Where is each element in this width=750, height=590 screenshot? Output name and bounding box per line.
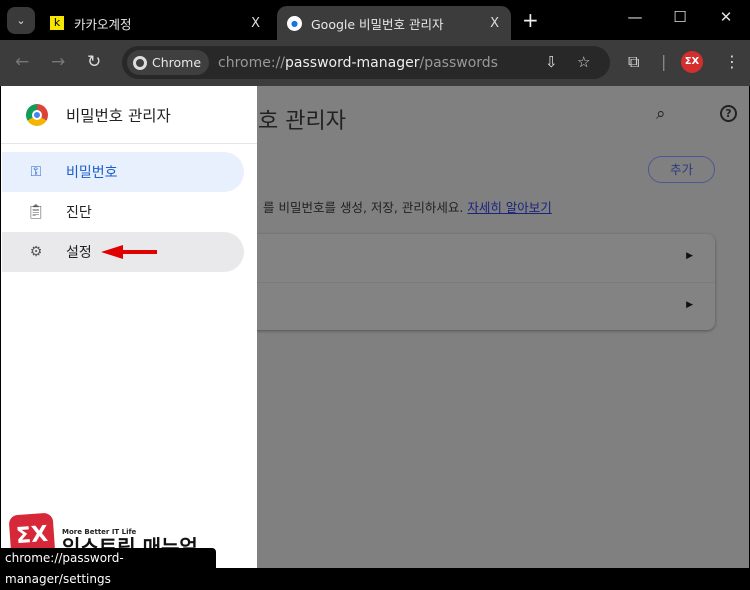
chrome-logo-icon [26, 103, 48, 126]
chip-label: Chrome [152, 55, 202, 70]
install-app-icon[interactable]: ⇩ [545, 53, 558, 71]
minimize-button[interactable]: — [620, 8, 650, 26]
tab-password-manager[interactable]: ● Google 비밀번호 관리자 X [277, 6, 511, 40]
bookmark-star-icon[interactable]: ☆ [577, 53, 590, 71]
help-icon[interactable]: ? [720, 105, 737, 122]
sidebar-item-label: 진단 [66, 205, 92, 221]
new-tab-button[interactable]: + [522, 8, 539, 32]
sidebar-header: 비밀번호 관리자 [1, 86, 257, 144]
tab-close-button[interactable]: X [251, 16, 260, 31]
password-manager-favicon-icon: ● [287, 15, 302, 31]
tab-close-button[interactable]: X [490, 16, 499, 31]
toolbar: ← → ↻ Chrome chrome://password-manager/p… [0, 40, 750, 86]
site-info-chip[interactable]: Chrome [127, 50, 210, 75]
tab-search-button[interactable]: ⌄ [7, 7, 35, 34]
page-title: 호 관리자 [258, 109, 346, 134]
tab-label: Google 비밀번호 관리자 [311, 16, 444, 32]
status-bar-url: chrome://password-manager/settings [0, 548, 216, 586]
kakao-favicon-icon: k [50, 16, 64, 30]
chrome-icon [133, 55, 147, 70]
add-button[interactable]: 추가 [648, 156, 715, 183]
address-bar[interactable]: Chrome chrome://password-manager/passwor… [122, 46, 610, 79]
gear-icon: ⚙ [29, 244, 43, 260]
reload-button[interactable]: ↻ [87, 52, 101, 72]
close-window-button[interactable]: ✕ [711, 8, 741, 26]
tab-kakao[interactable]: k 카카오계정 X [40, 6, 272, 40]
tab-strip: ⌄ k 카카오계정 X ● Google 비밀번호 관리자 X + — ☐ ✕ [0, 0, 750, 40]
sidebar-item-checkup[interactable]: 📋︎ 진단 [2, 192, 244, 232]
sidebar-item-label: 비밀번호 [66, 165, 118, 181]
list-item[interactable]: ▶ [241, 234, 715, 282]
menu-icon[interactable]: ⋮ [724, 52, 740, 71]
sidebar-title: 비밀번호 관리자 [66, 106, 171, 125]
red-arrow-annotation [101, 245, 157, 259]
key-icon: ⚿ [30, 164, 42, 180]
description: 를 비밀번호를 생성, 저장, 관리하세요. 자세히 알아보기 [263, 200, 552, 215]
chevron-down-icon: ⌄ [16, 14, 26, 27]
back-button[interactable]: ← [15, 52, 29, 72]
sidebar-item-label: 설정 [66, 245, 92, 261]
url-text[interactable]: chrome://password-manager/passwords [218, 55, 498, 71]
maximize-button[interactable]: ☐ [665, 8, 695, 26]
extensions-icon[interactable]: ⧉ [628, 52, 639, 72]
list-item[interactable]: ▶ [241, 282, 715, 330]
chevron-right-icon: ▶ [686, 300, 693, 310]
tab-label: 카카오계정 [74, 16, 132, 32]
learn-more-link[interactable]: 자세히 알아보기 [467, 200, 551, 215]
sidebar: 비밀번호 관리자 ⚿ 비밀번호 📋︎ 진단 ⚙ 설정 [1, 86, 257, 568]
chevron-right-icon: ▶ [686, 251, 693, 261]
clipboard-check-icon: 📋︎ [27, 204, 45, 220]
profile-avatar[interactable]: ΣX [681, 51, 703, 73]
password-list-card: ▶ ▶ [241, 234, 715, 330]
forward-button[interactable]: → [51, 52, 65, 72]
divider: | [661, 52, 667, 71]
sidebar-item-passwords[interactable]: ⚿ 비밀번호 [2, 152, 244, 192]
search-icon[interactable]: ⌕ [656, 104, 666, 124]
